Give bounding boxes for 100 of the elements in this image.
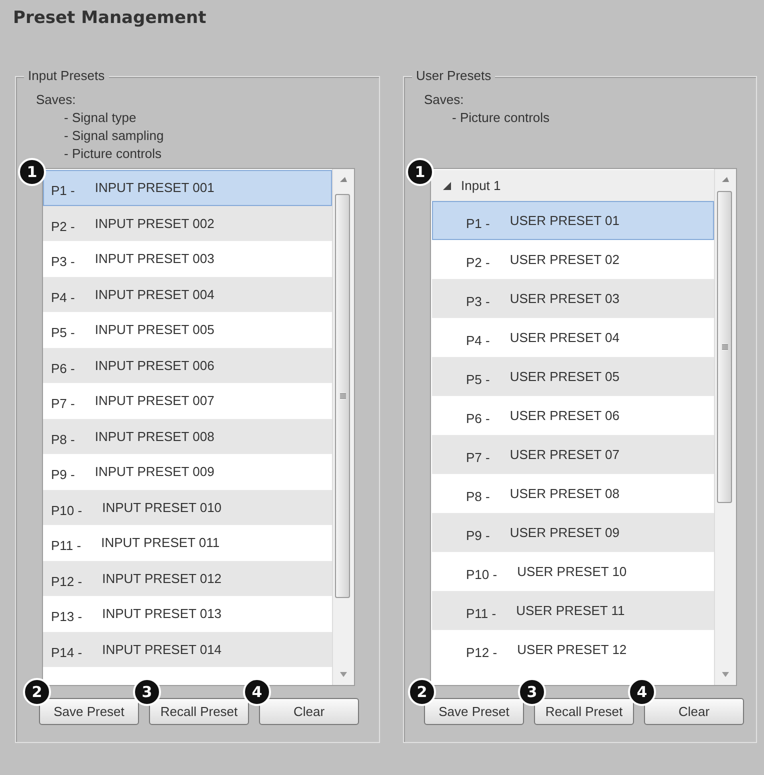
preset-list-item[interactable]: P9 - INPUT PRESET 009 (43, 454, 332, 490)
preset-list-item[interactable]: P3 - USER PRESET 03 (432, 279, 714, 318)
preset-name: USER PRESET 12 (517, 642, 627, 657)
scroll-thumb[interactable] (717, 191, 732, 503)
preset-number: P8 - (51, 432, 75, 447)
scroll-thumb[interactable] (335, 194, 350, 598)
preset-number: P13 - (51, 609, 82, 624)
action-button[interactable]: Recall Preset (149, 698, 249, 725)
preset-list-item[interactable]: P10 - USER PRESET 10 (432, 552, 714, 591)
saves-item: - Signal sampling (64, 127, 165, 145)
preset-name: INPUT PRESET 003 (94, 251, 214, 266)
preset-name: INPUT PRESET 014 (102, 642, 222, 657)
callout-badge: 2 (408, 678, 436, 706)
preset-name: USER PRESET 01 (510, 213, 620, 228)
preset-name: INPUT PRESET 006 (94, 358, 214, 373)
scrollbar[interactable] (332, 169, 354, 685)
preset-list-item[interactable]: P7 - USER PRESET 07 (432, 435, 714, 474)
preset-name: USER PRESET 02 (510, 252, 620, 267)
preset-number: P3 - (51, 254, 75, 270)
preset-number: P4 - (466, 333, 490, 348)
saves-item: - Signal type (64, 109, 138, 127)
preset-list-item[interactable]: P7 - INPUT PRESET 007 (43, 383, 332, 418)
callout-badge: 2 (23, 678, 51, 706)
preset-list-item[interactable]: P6 - USER PRESET 06 (432, 396, 714, 435)
preset-number: P8 - (466, 489, 490, 504)
scroll-up-icon[interactable] (722, 177, 729, 182)
preset-name: INPUT PRESET 013 (102, 606, 222, 622)
preset-list-item[interactable]: P4 - INPUT PRESET 004 (43, 276, 332, 312)
preset-name: INPUT PRESET 001 (94, 180, 214, 196)
preset-list-item[interactable]: P11 - USER PRESET 11 (432, 591, 714, 630)
grip-icon (722, 344, 728, 350)
preset-list-item[interactable]: P13 - INPUT PRESET 013 (43, 596, 332, 632)
saves-item: - Picture controls (64, 145, 163, 163)
preset-name: USER PRESET 08 (510, 486, 620, 501)
preset-number: P3 - (466, 294, 490, 309)
preset-list-item[interactable]: P10 - INPUT PRESET 010 (43, 490, 332, 525)
preset-name: INPUT PRESET 005 (94, 322, 214, 338)
preset-list-item[interactable]: P14 - INPUT PRESET 014 (43, 632, 332, 667)
preset-name: INPUT PRESET 009 (94, 464, 214, 480)
preset-number: P4 - (51, 290, 75, 305)
preset-number: P10 - (51, 502, 82, 518)
preset-number: P5 - (51, 325, 75, 340)
preset-list-item[interactable]: P5 - INPUT PRESET 005 (43, 312, 332, 348)
expanded-triangle-icon[interactable] (443, 182, 451, 190)
preset-name: INPUT PRESET 011 (101, 535, 220, 550)
preset-name: USER PRESET 04 (510, 330, 620, 345)
preset-name: INPUT PRESET 004 (94, 286, 214, 302)
preset-name: INPUT PRESET 007 (94, 393, 214, 408)
grip-icon (340, 393, 346, 399)
saves-item: - Picture controls (452, 109, 551, 127)
scroll-down-icon[interactable] (340, 672, 347, 677)
action-button[interactable]: Save Preset (39, 698, 139, 725)
preset-name: USER PRESET 11 (516, 603, 625, 618)
preset-list-item[interactable]: P8 - INPUT PRESET 008 (43, 418, 332, 454)
preset-name: INPUT PRESET 010 (102, 500, 222, 515)
preset-list-item[interactable]: P6 - INPUT PRESET 006 (43, 348, 332, 383)
preset-name: USER PRESET 03 (510, 291, 620, 306)
preset-name: INPUT PRESET 012 (102, 570, 222, 586)
group-title: User Presets (412, 68, 496, 83)
tree-node[interactable]: Input 1 (431, 170, 714, 201)
preset-number: P12 - (51, 574, 82, 589)
callout-badge: 1 (18, 158, 46, 186)
scroll-up-icon[interactable] (340, 177, 347, 182)
preset-number: P1 - (466, 216, 490, 231)
preset-number: P1 - (51, 183, 75, 198)
preset-name: USER PRESET 07 (510, 447, 620, 462)
callout-badge: 1 (406, 158, 434, 186)
preset-name: USER PRESET 06 (510, 408, 620, 423)
preset-name: USER PRESET 05 (510, 369, 620, 384)
preset-list-item[interactable]: P11 - INPUT PRESET 011 (43, 525, 332, 560)
action-button[interactable]: Save Preset (424, 698, 524, 725)
preset-number: P7 - (466, 450, 490, 465)
preset-list-item[interactable]: P3 - INPUT PRESET 003 (43, 241, 332, 276)
saves-label: Saves: (36, 91, 77, 109)
preset-list-item[interactable]: P12 - USER PRESET 12 (432, 630, 714, 669)
preset-number: P9 - (51, 467, 75, 482)
tree-node-label: Input 1 (461, 178, 501, 193)
preset-list-item[interactable]: P8 - USER PRESET 08 (432, 474, 714, 513)
preset-list-item[interactable]: P2 - USER PRESET 02 (432, 240, 714, 279)
page-title: Preset Management (13, 8, 206, 28)
preset-name: INPUT PRESET 008 (94, 428, 214, 444)
action-button[interactable]: Clear (259, 698, 359, 725)
preset-list-item[interactable]: P2 - INPUT PRESET 002 (43, 206, 332, 241)
action-button[interactable]: Clear (644, 698, 744, 725)
scroll-down-icon[interactable] (722, 672, 729, 677)
group-title: Input Presets (24, 68, 109, 83)
preset-list-item[interactable]: P9 - USER PRESET 09 (432, 513, 714, 552)
preset-number: P14 - (51, 644, 82, 660)
preset-list-item[interactable]: P1 - INPUT PRESET 001 (43, 170, 332, 206)
preset-list-item[interactable]: P5 - USER PRESET 05 (432, 357, 714, 396)
preset-name: USER PRESET 09 (510, 525, 620, 540)
saves-label: Saves: (424, 91, 465, 109)
preset-number: P9 - (466, 528, 490, 543)
preset-list-item[interactable]: P12 - INPUT PRESET 012 (43, 560, 332, 596)
preset-list-item[interactable]: P1 - USER PRESET 01 (432, 201, 714, 240)
preset-number: P12 - (466, 645, 498, 660)
preset-list-item[interactable]: P4 - USER PRESET 04 (432, 318, 714, 357)
action-button[interactable]: Recall Preset (534, 698, 634, 725)
preset-name: INPUT PRESET 002 (94, 216, 214, 231)
scrollbar[interactable] (714, 169, 736, 685)
